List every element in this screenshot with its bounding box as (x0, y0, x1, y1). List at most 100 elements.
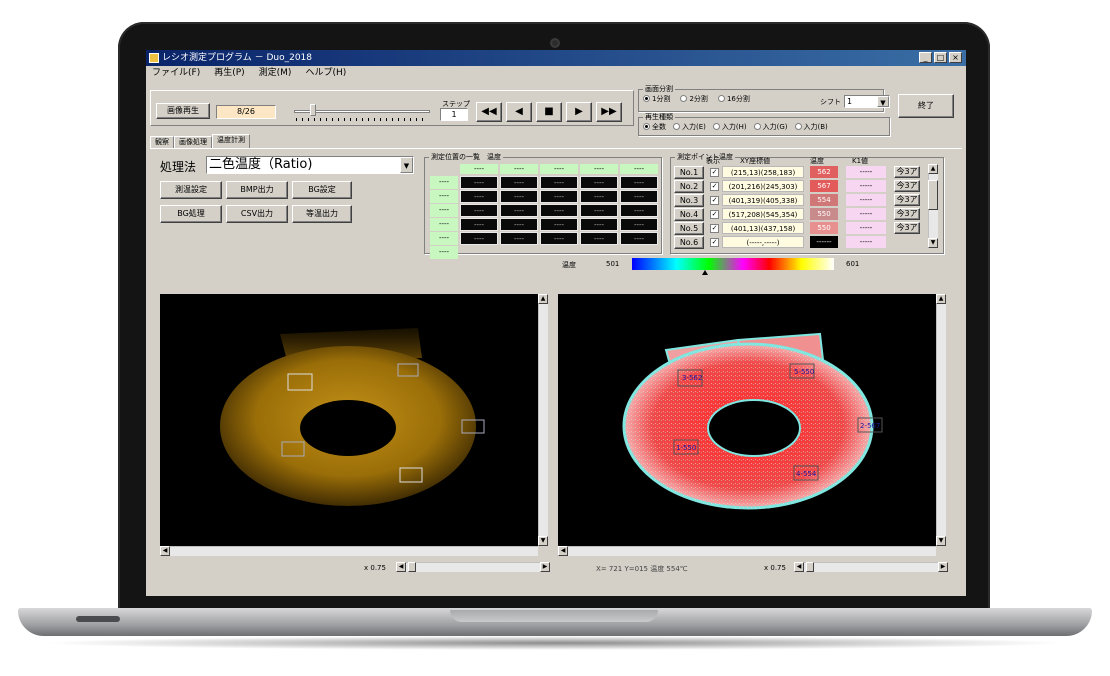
grid-row-label: ---- (430, 190, 458, 203)
close-button[interactable]: × (949, 52, 962, 63)
scroll-down-icon[interactable]: ▼ (538, 536, 548, 546)
point-label-2: 2-567 (860, 422, 880, 430)
left-view-hscroll[interactable]: ◀ (160, 546, 538, 556)
point-select-button[interactable]: No.5 (674, 222, 704, 235)
scroll-left-icon[interactable]: ◀ (396, 562, 406, 572)
scroll-left-icon[interactable]: ◀ (160, 546, 170, 556)
tab-observe[interactable]: 観察 (150, 136, 174, 148)
zoom-thumb[interactable] (408, 562, 416, 572)
rewind-button[interactable]: ◀◀ (476, 102, 502, 122)
point-set-button[interactable]: 今3ア (894, 180, 920, 192)
point-set-button[interactable]: 今3ア (894, 166, 920, 178)
point-xy-field[interactable]: (215,13)(258,183) (722, 166, 804, 178)
point-k-value: ----- (846, 166, 886, 178)
isotherm-export-button[interactable]: 等温出力 (292, 205, 352, 223)
points-scrollbar[interactable]: ▲ ▼ (928, 164, 938, 248)
method-select[interactable]: 二色温度（Ratio) ▼ (206, 156, 414, 174)
colorbar-label: 温度 (562, 261, 576, 269)
split-2-option[interactable]: 2分割 (680, 94, 708, 104)
scroll-down-icon[interactable]: ▼ (928, 238, 938, 248)
grid-cell: ---- (460, 218, 498, 231)
grid-cell: ---- (620, 176, 658, 189)
playback-type-group: 再生種類 全数 入力(E) 入力(H) 入力(G) 入力(B) (638, 112, 890, 136)
point-visible-checkbox[interactable]: ✓ (710, 210, 719, 219)
playback-g-option[interactable]: 入力(G) (753, 122, 788, 132)
radio-selected-icon (643, 123, 650, 130)
bg-process-button[interactable]: BG処理 (160, 205, 222, 223)
chevron-down-icon[interactable]: ▼ (877, 96, 889, 107)
temperature-map-view[interactable]: 3-562 5-550 2-567 1-550 4-554 (558, 294, 936, 546)
point-visible-checkbox[interactable]: ✓ (710, 224, 719, 233)
chevron-down-icon[interactable]: ▼ (400, 157, 413, 173)
point-visible-checkbox[interactable]: ✓ (710, 182, 719, 191)
menu-help[interactable]: ヘルプ(H) (305, 66, 346, 80)
step-input[interactable]: 1 (440, 108, 468, 121)
point-xy-field[interactable]: (401,319)(405,338) (722, 194, 804, 206)
tab-temperature[interactable]: 温度計測 (212, 134, 250, 148)
step-back-button[interactable]: ◀ (506, 102, 532, 122)
bg-settings-button[interactable]: BG設定 (292, 181, 352, 199)
point-xy-field[interactable]: (401,13)(437,158) (722, 222, 804, 234)
point-set-button[interactable]: 今3ア (894, 222, 920, 234)
minimize-button[interactable]: _ (919, 52, 932, 63)
menu-play[interactable]: 再生(P) (214, 66, 244, 80)
scroll-up-icon[interactable]: ▲ (928, 164, 938, 174)
temperature-map-svg: 3-562 5-550 2-567 1-550 4-554 (622, 332, 883, 510)
point-select-button[interactable]: No.2 (674, 180, 704, 193)
bmp-export-button[interactable]: BMP出力 (226, 181, 288, 199)
playback-e-option[interactable]: 入力(E) (673, 122, 706, 132)
tab-image-processing[interactable]: 画像処理 (174, 136, 212, 148)
exit-button[interactable]: 終了 (898, 94, 954, 118)
left-zoom-slider[interactable]: ◀ ▶ (396, 562, 550, 572)
split-1-option[interactable]: 1分割 (643, 94, 670, 104)
right-view-vscroll[interactable]: ▲ ▼ (936, 294, 946, 546)
point-select-button[interactable]: No.4 (674, 208, 704, 221)
playback-b-option[interactable]: 入力(B) (794, 122, 828, 132)
camera-image-view[interactable] (160, 294, 538, 546)
scroll-thumb[interactable] (928, 180, 938, 210)
playback-type-legend: 再生種類 (645, 113, 673, 121)
shift-select[interactable]: 1 ▼ (844, 95, 890, 108)
stop-button[interactable]: ■ (536, 102, 562, 122)
grid-cell: ---- (580, 232, 618, 245)
grid-row-label: ---- (430, 176, 458, 189)
point-visible-checkbox[interactable]: ✓ (710, 168, 719, 177)
scroll-up-icon[interactable]: ▲ (936, 294, 946, 304)
scroll-right-icon[interactable]: ▶ (540, 562, 550, 572)
maximize-button[interactable]: □ (934, 52, 947, 63)
scroll-down-icon[interactable]: ▼ (936, 536, 946, 546)
menu-measure[interactable]: 測定(M) (259, 66, 292, 80)
open-image-button[interactable]: 画像再生 (156, 103, 210, 119)
csv-export-button[interactable]: CSV出力 (226, 205, 288, 223)
playback-h-option[interactable]: 入力(H) (712, 122, 747, 132)
radio-icon (712, 123, 720, 130)
point-visible-checkbox[interactable]: ✓ (710, 238, 719, 247)
left-view-vscroll[interactable]: ▲ ▼ (538, 294, 548, 546)
menu-file[interactable]: ファイル(F) (152, 66, 200, 80)
scroll-right-icon[interactable]: ▶ (938, 562, 948, 572)
temperature-settings-button[interactable]: 測温設定 (160, 181, 222, 199)
point-select-button[interactable]: No.1 (674, 166, 704, 179)
split-16-option[interactable]: 16分割 (717, 94, 750, 104)
right-zoom-slider[interactable]: ◀ ▶ (794, 562, 948, 572)
point-xy-field[interactable]: (-----,-----) (722, 236, 804, 248)
point-select-button[interactable]: No.3 (674, 194, 704, 207)
right-view-hscroll[interactable]: ◀ (558, 546, 936, 556)
fast-forward-button[interactable]: ▶▶ (596, 102, 622, 122)
grid-row-label: ---- (430, 204, 458, 217)
point-set-button[interactable]: 今3ア (894, 208, 920, 220)
scroll-left-icon[interactable]: ◀ (558, 546, 568, 556)
point-select-button[interactable]: No.6 (674, 236, 704, 249)
frame-slider-thumb[interactable] (310, 104, 316, 116)
app-icon (149, 53, 159, 63)
laptop-port (76, 616, 120, 622)
play-button[interactable]: ▶ (566, 102, 592, 122)
point-set-button[interactable]: 今3ア (894, 194, 920, 206)
point-visible-checkbox[interactable]: ✓ (710, 196, 719, 205)
point-xy-field[interactable]: (517,208)(545,354) (722, 208, 804, 220)
zoom-thumb[interactable] (806, 562, 814, 572)
scroll-left-icon[interactable]: ◀ (794, 562, 804, 572)
point-xy-field[interactable]: (201,216)(245,303) (722, 180, 804, 192)
scroll-up-icon[interactable]: ▲ (538, 294, 548, 304)
playback-all-option[interactable]: 全数 (643, 122, 666, 132)
